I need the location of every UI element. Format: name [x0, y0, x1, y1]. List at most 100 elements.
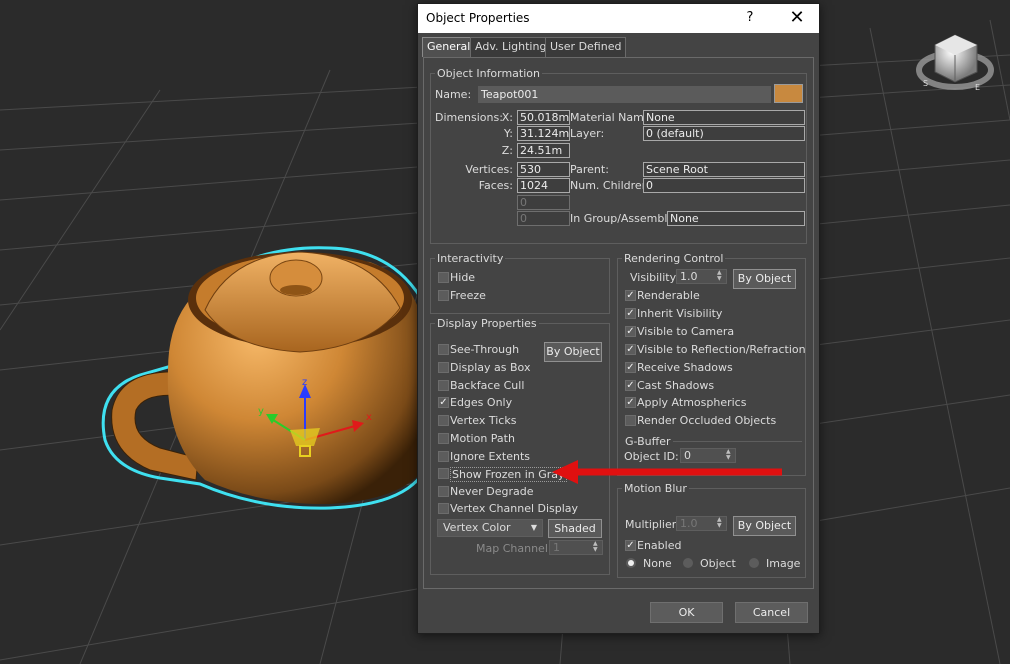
in-group-label: In Group/Assembly: — [570, 212, 677, 225]
tab-user-defined[interactable]: User Defined — [545, 37, 627, 57]
gbuffer-title: G-Buffer — [623, 435, 673, 448]
hide-checkbox[interactable] — [438, 272, 449, 283]
x-label: X: — [501, 111, 513, 124]
vertex-channel-display-checkbox[interactable] — [438, 503, 449, 514]
map-channel-spinner[interactable]: 1 ▲ ▼ — [549, 540, 603, 555]
material-name-field: None — [643, 110, 805, 125]
visible-to-reflection-checkbox[interactable]: ✓ — [625, 344, 636, 355]
close-icon: ✕ — [789, 7, 805, 28]
object-properties-dialog: Object Properties ? ✕ General Adv. Light… — [417, 3, 820, 634]
cast-shadows-checkbox[interactable]: ✓ — [625, 380, 636, 391]
blank-field-1: 0 — [517, 195, 570, 210]
inherit-visibility-checkbox[interactable]: ✓ — [625, 308, 636, 319]
spinner-arrows-icon: ▲ ▼ — [717, 516, 722, 529]
see-through-checkbox[interactable] — [438, 344, 449, 355]
motion-path-checkbox[interactable] — [438, 433, 449, 444]
dialog-titlebar[interactable]: Object Properties ? ✕ — [418, 4, 819, 33]
motion-blur-by-object-button[interactable]: By Object — [733, 516, 796, 536]
spinner-arrows-icon: ▲ ▼ — [593, 540, 598, 553]
motion-path-label: Motion Path — [450, 432, 515, 445]
blank-field-2: 0 — [517, 211, 570, 226]
chevron-down-icon: ▼ — [530, 523, 537, 532]
visibility-label: Visibility: — [630, 271, 680, 284]
shaded-button[interactable]: Shaded — [548, 519, 602, 538]
vertex-color-dropdown[interactable]: Vertex Color ▼ — [437, 519, 543, 537]
spinner-arrows-icon: ▲ ▼ — [717, 269, 722, 282]
vertex-ticks-label: Vertex Ticks — [450, 414, 517, 427]
dimensions-label: Dimensions: — [435, 111, 503, 124]
inherit-visibility-label: Inherit Visibility — [637, 307, 723, 320]
blur-none-radio[interactable] — [626, 558, 636, 568]
visibility-spinner[interactable]: 1.0 ▲ ▼ — [676, 269, 727, 284]
vertex-ticks-checkbox[interactable] — [438, 415, 449, 426]
layer-field: 0 (default) — [643, 126, 805, 141]
svg-text:z: z — [302, 377, 307, 388]
tab-adv-lighting[interactable]: Adv. Lighting — [470, 37, 552, 57]
vertex-color-value: Vertex Color — [443, 521, 511, 534]
visible-to-reflection-label: Visible to Reflection/Refraction — [637, 343, 806, 356]
annotation-arrow-icon — [552, 460, 782, 484]
rendering-by-object-button[interactable]: By Object — [733, 269, 796, 289]
blur-image-radio[interactable] — [749, 558, 759, 568]
num-children-field: 0 — [643, 178, 805, 193]
viewcube-icon[interactable]: S E — [916, 34, 994, 92]
see-through-label: See-Through — [450, 343, 520, 356]
apply-atmospherics-label: Apply Atmospherics — [637, 396, 747, 409]
svg-text:S: S — [923, 79, 928, 88]
material-name-label: Material Name: — [570, 111, 655, 124]
backface-cull-checkbox[interactable] — [438, 380, 449, 391]
object-information-title: Object Information — [435, 67, 542, 80]
display-by-object-button[interactable]: By Object — [544, 342, 602, 362]
multiplier-spinner[interactable]: 1.0 ▲ ▼ — [676, 516, 727, 531]
teapot-object[interactable]: z x y — [101, 246, 427, 510]
faces-label: Faces: — [478, 179, 513, 192]
layer-label: Layer: — [570, 127, 605, 140]
blur-image-label: Image — [766, 557, 801, 570]
cancel-button[interactable]: Cancel — [735, 602, 808, 623]
render-occluded-objects-checkbox[interactable] — [625, 415, 636, 426]
dimension-x-field: 50.018m — [517, 110, 570, 125]
visible-to-camera-checkbox[interactable]: ✓ — [625, 326, 636, 337]
interactivity-group: Interactivity — [430, 252, 610, 314]
render-occluded-objects-label: Render Occluded Objects — [637, 414, 777, 427]
display-as-box-label: Display as Box — [450, 361, 531, 374]
vertex-channel-display-label: Vertex Channel Display — [450, 502, 579, 515]
svg-text:E: E — [975, 83, 980, 92]
never-degrade-checkbox[interactable] — [438, 486, 449, 497]
name-field[interactable]: Teapot001 — [478, 86, 771, 103]
ok-button[interactable]: OK — [650, 602, 723, 623]
multiplier-label: Multiplier: — [625, 518, 680, 531]
num-children-label: Num. Children: — [570, 179, 653, 192]
renderable-label: Renderable — [637, 289, 700, 302]
ignore-extents-label: Ignore Extents — [450, 450, 531, 463]
blur-object-radio[interactable] — [683, 558, 693, 568]
svg-text:y: y — [258, 406, 264, 417]
vertices-label: Vertices: — [465, 163, 513, 176]
display-as-box-checkbox[interactable] — [438, 362, 449, 373]
close-button[interactable]: ✕ — [782, 7, 812, 29]
dimension-y-field: 31.124m — [517, 126, 570, 141]
never-degrade-label: Never Degrade — [450, 485, 534, 498]
in-group-field: None — [667, 211, 805, 226]
receive-shadows-checkbox[interactable]: ✓ — [625, 362, 636, 373]
apply-atmospherics-checkbox[interactable]: ✓ — [625, 397, 636, 408]
blur-none-label: None — [643, 557, 672, 570]
visible-to-camera-label: Visible to Camera — [637, 325, 735, 338]
visibility-value: 1.0 — [680, 270, 698, 283]
edges-only-label: Edges Only — [450, 396, 513, 409]
freeze-checkbox[interactable] — [438, 290, 449, 301]
help-button[interactable]: ? — [738, 8, 762, 28]
renderable-checkbox[interactable]: ✓ — [625, 290, 636, 301]
multiplier-value: 1.0 — [680, 517, 698, 530]
y-label: Y: — [504, 127, 513, 140]
ignore-extents-checkbox[interactable] — [438, 451, 449, 462]
enabled-checkbox[interactable]: ✓ — [625, 540, 636, 551]
show-frozen-in-gray-checkbox[interactable] — [438, 468, 449, 479]
svg-text:x: x — [366, 412, 372, 423]
map-channel-label: Map Channel: — [476, 542, 552, 555]
edges-only-checkbox[interactable]: ✓ — [438, 397, 449, 408]
faces-field: 1024 — [517, 178, 570, 193]
object-color-swatch[interactable] — [774, 84, 803, 103]
tab-general[interactable]: General — [422, 37, 476, 57]
enabled-label: Enabled — [637, 539, 682, 552]
